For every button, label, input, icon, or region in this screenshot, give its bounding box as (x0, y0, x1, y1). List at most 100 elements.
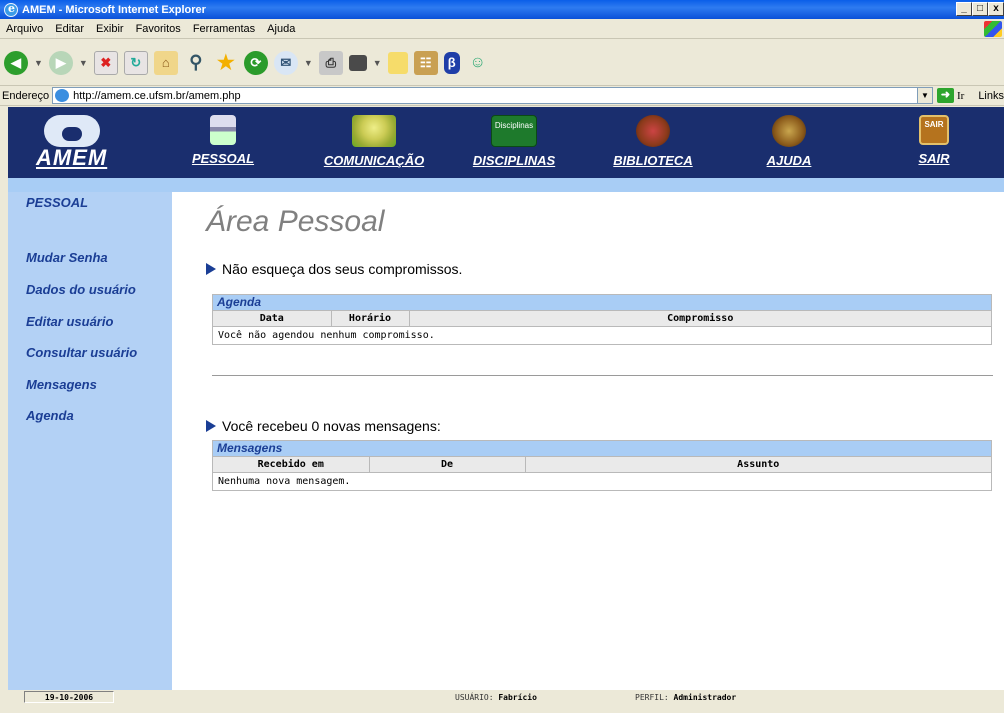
sidebar-section-title: PESSOAL (26, 195, 89, 210)
messages-col-recebido[interactable]: Recebido em (213, 456, 370, 473)
browser-toolbar: ◀ ▼ ▶ ▼ ✖ ↻ ⌂ ⚲ ★ ⟳ ✉ ▼ ⎙ ▼ ☷ β ☺ (0, 40, 1004, 86)
links-button[interactable]: Links (978, 90, 1004, 102)
maximize-button[interactable]: □ (972, 2, 988, 16)
map-icon (352, 115, 396, 147)
sidebar-item-consultar-usuario[interactable]: Consultar usuário (26, 345, 137, 360)
internet-explorer-icon (4, 2, 18, 17)
print-icon[interactable]: ⎙ (318, 50, 343, 75)
forward-icon[interactable]: ▶ (48, 50, 73, 75)
back-dropdown-icon[interactable]: ▼ (34, 58, 43, 68)
logo-shape-icon (44, 115, 100, 147)
agenda-table: Data Horário Compromisso Você não agendo… (213, 310, 991, 344)
mail-dropdown-icon[interactable]: ▼ (304, 58, 313, 68)
agenda-empty-text: Você não agendou nenhum compromisso. (213, 326, 991, 344)
messages-table: Recebido em De Assunto Nenhuma nova mens… (213, 456, 991, 490)
messages-count-text: Você recebeu 0 novas mensagens: (222, 418, 441, 434)
history-icon[interactable]: ⟳ (243, 50, 268, 75)
status-profile-label: PERFIL: (635, 692, 669, 702)
menu-favoritos[interactable]: Favoritos (130, 23, 187, 35)
bluetooth-icon[interactable]: β (443, 51, 460, 74)
search-icon[interactable]: ⚲ (184, 51, 208, 75)
page-title: Área Pessoal (206, 205, 385, 238)
nav-disciplinas[interactable]: Disciplinas DISCIPLINAS (469, 107, 559, 178)
nav-comunicacao[interactable]: COMUNICAÇÃO (324, 107, 424, 178)
notes-icon[interactable] (387, 51, 408, 74)
menu-arquivo[interactable]: Arquivo (0, 23, 49, 35)
page-status-bar: 19-10-2006 USUÁRIO: Fabrício PERFIL: Adm… (8, 690, 1004, 704)
menu-ferramentas[interactable]: Ferramentas (187, 23, 261, 35)
chalkboard-icon: Disciplinas (491, 115, 537, 147)
status-profile-value: Administrador (673, 692, 737, 702)
nav-ajuda[interactable]: AJUDA (754, 107, 824, 178)
stop-icon[interactable]: ✖ (93, 50, 118, 75)
nav-ajuda-label: AJUDA (766, 153, 812, 168)
back-icon[interactable]: ◀ (4, 50, 28, 75)
agenda-title: Agenda (213, 295, 991, 310)
messenger-icon[interactable]: ☺ (466, 51, 490, 75)
reminder-text: Não esqueça dos seus compromissos. (222, 261, 463, 277)
arrow-bullet-icon (206, 263, 216, 275)
mail-icon[interactable]: ✉ (273, 50, 298, 75)
refresh-icon[interactable]: ↻ (123, 50, 148, 75)
status-date: 19-10-2006 (24, 691, 114, 703)
status-profile: PERFIL: Administrador (635, 693, 736, 702)
site-header: AMEM PESSOAL COMUNICAÇÃO Disciplinas DIS… (8, 107, 1004, 178)
close-button[interactable]: x (988, 2, 1004, 16)
table-row: Nenhuma nova mensagem. (213, 472, 991, 490)
nav-sair[interactable]: SAIR SAIR (904, 107, 964, 178)
status-user-value: Fabrício (498, 692, 537, 702)
forward-dropdown-icon[interactable]: ▼ (79, 58, 88, 68)
nav-comunicacao-label: COMUNICAÇÃO (323, 153, 425, 168)
messages-panel: Mensagens Recebido em De Assunto Nenhuma… (212, 440, 992, 491)
home-icon[interactable]: ⌂ (153, 50, 178, 75)
messages-col-assunto[interactable]: Assunto (525, 456, 991, 473)
help-book-icon (772, 115, 806, 147)
window-title: AMEM - Microsoft Internet Explorer (22, 3, 206, 16)
header-stripe (8, 178, 1004, 192)
nav-pessoal[interactable]: PESSOAL (178, 107, 268, 178)
nav-sair-label: SAIR (918, 151, 950, 166)
agenda-panel: Agenda Data Horário Compromisso Você não… (212, 294, 992, 345)
sidebar (8, 192, 172, 704)
address-dropdown-icon[interactable]: ▼ (916, 88, 932, 103)
edit-dropdown-icon[interactable]: ▼ (373, 58, 382, 68)
menu-exibir[interactable]: Exibir (90, 23, 130, 35)
research-icon[interactable]: ☷ (413, 50, 438, 75)
sidebar-item-editar-usuario[interactable]: Editar usuário (26, 314, 113, 329)
menu-bar: Arquivo Editar Exibir Favoritos Ferramen… (0, 19, 1004, 39)
status-user: USUÁRIO: Fabrício (455, 693, 537, 702)
messages-col-de[interactable]: De (369, 456, 526, 473)
browser-status-bar (0, 704, 1004, 713)
sidebar-item-dados-usuario[interactable]: Dados do usuário (26, 282, 136, 297)
status-user-label: USUÁRIO: (455, 692, 494, 702)
address-label: Endereço (2, 89, 50, 102)
menu-ajuda[interactable]: Ajuda (261, 23, 301, 35)
nav-biblioteca[interactable]: BIBLIOTECA (608, 107, 698, 178)
sidebar-item-mensagens[interactable]: Mensagens (26, 377, 97, 392)
exit-door-icon: SAIR (919, 115, 949, 145)
address-input[interactable]: http://amem.ce.ufsm.br/amem.php ▼ (52, 87, 933, 104)
minimize-button[interactable]: _ (956, 2, 972, 16)
sidebar-item-agenda[interactable]: Agenda (26, 408, 74, 423)
page-icon (55, 89, 70, 102)
address-url: http://amem.ce.ufsm.br/amem.php (73, 89, 241, 102)
arrow-bullet-icon (206, 420, 216, 432)
menu-editar[interactable]: Editar (49, 23, 90, 35)
messages-line: Você recebeu 0 novas mensagens: (206, 418, 441, 434)
agenda-col-data[interactable]: Data (213, 310, 332, 327)
nav-pessoal-label: PESSOAL (191, 151, 255, 166)
edit-icon[interactable] (348, 54, 367, 71)
books-icon (636, 115, 670, 147)
sidebar-item-mudar-senha[interactable]: Mudar Senha (26, 250, 108, 265)
go-button[interactable]: ➜ Ir (936, 88, 965, 103)
nav-disciplinas-label: DISCIPLINAS (472, 153, 556, 168)
agenda-col-horario[interactable]: Horário (331, 310, 410, 327)
section-divider (212, 375, 993, 376)
go-arrow-icon: ➜ (936, 88, 954, 103)
favorites-icon[interactable]: ★ (214, 51, 238, 75)
messages-empty-text: Nenhuma nova mensagem. (213, 472, 991, 490)
reminder-line: Não esqueça dos seus compromissos. (206, 261, 462, 277)
amem-logo[interactable]: AMEM (8, 107, 134, 178)
agenda-col-compromisso[interactable]: Compromisso (409, 310, 991, 327)
go-label: Ir (956, 89, 965, 102)
